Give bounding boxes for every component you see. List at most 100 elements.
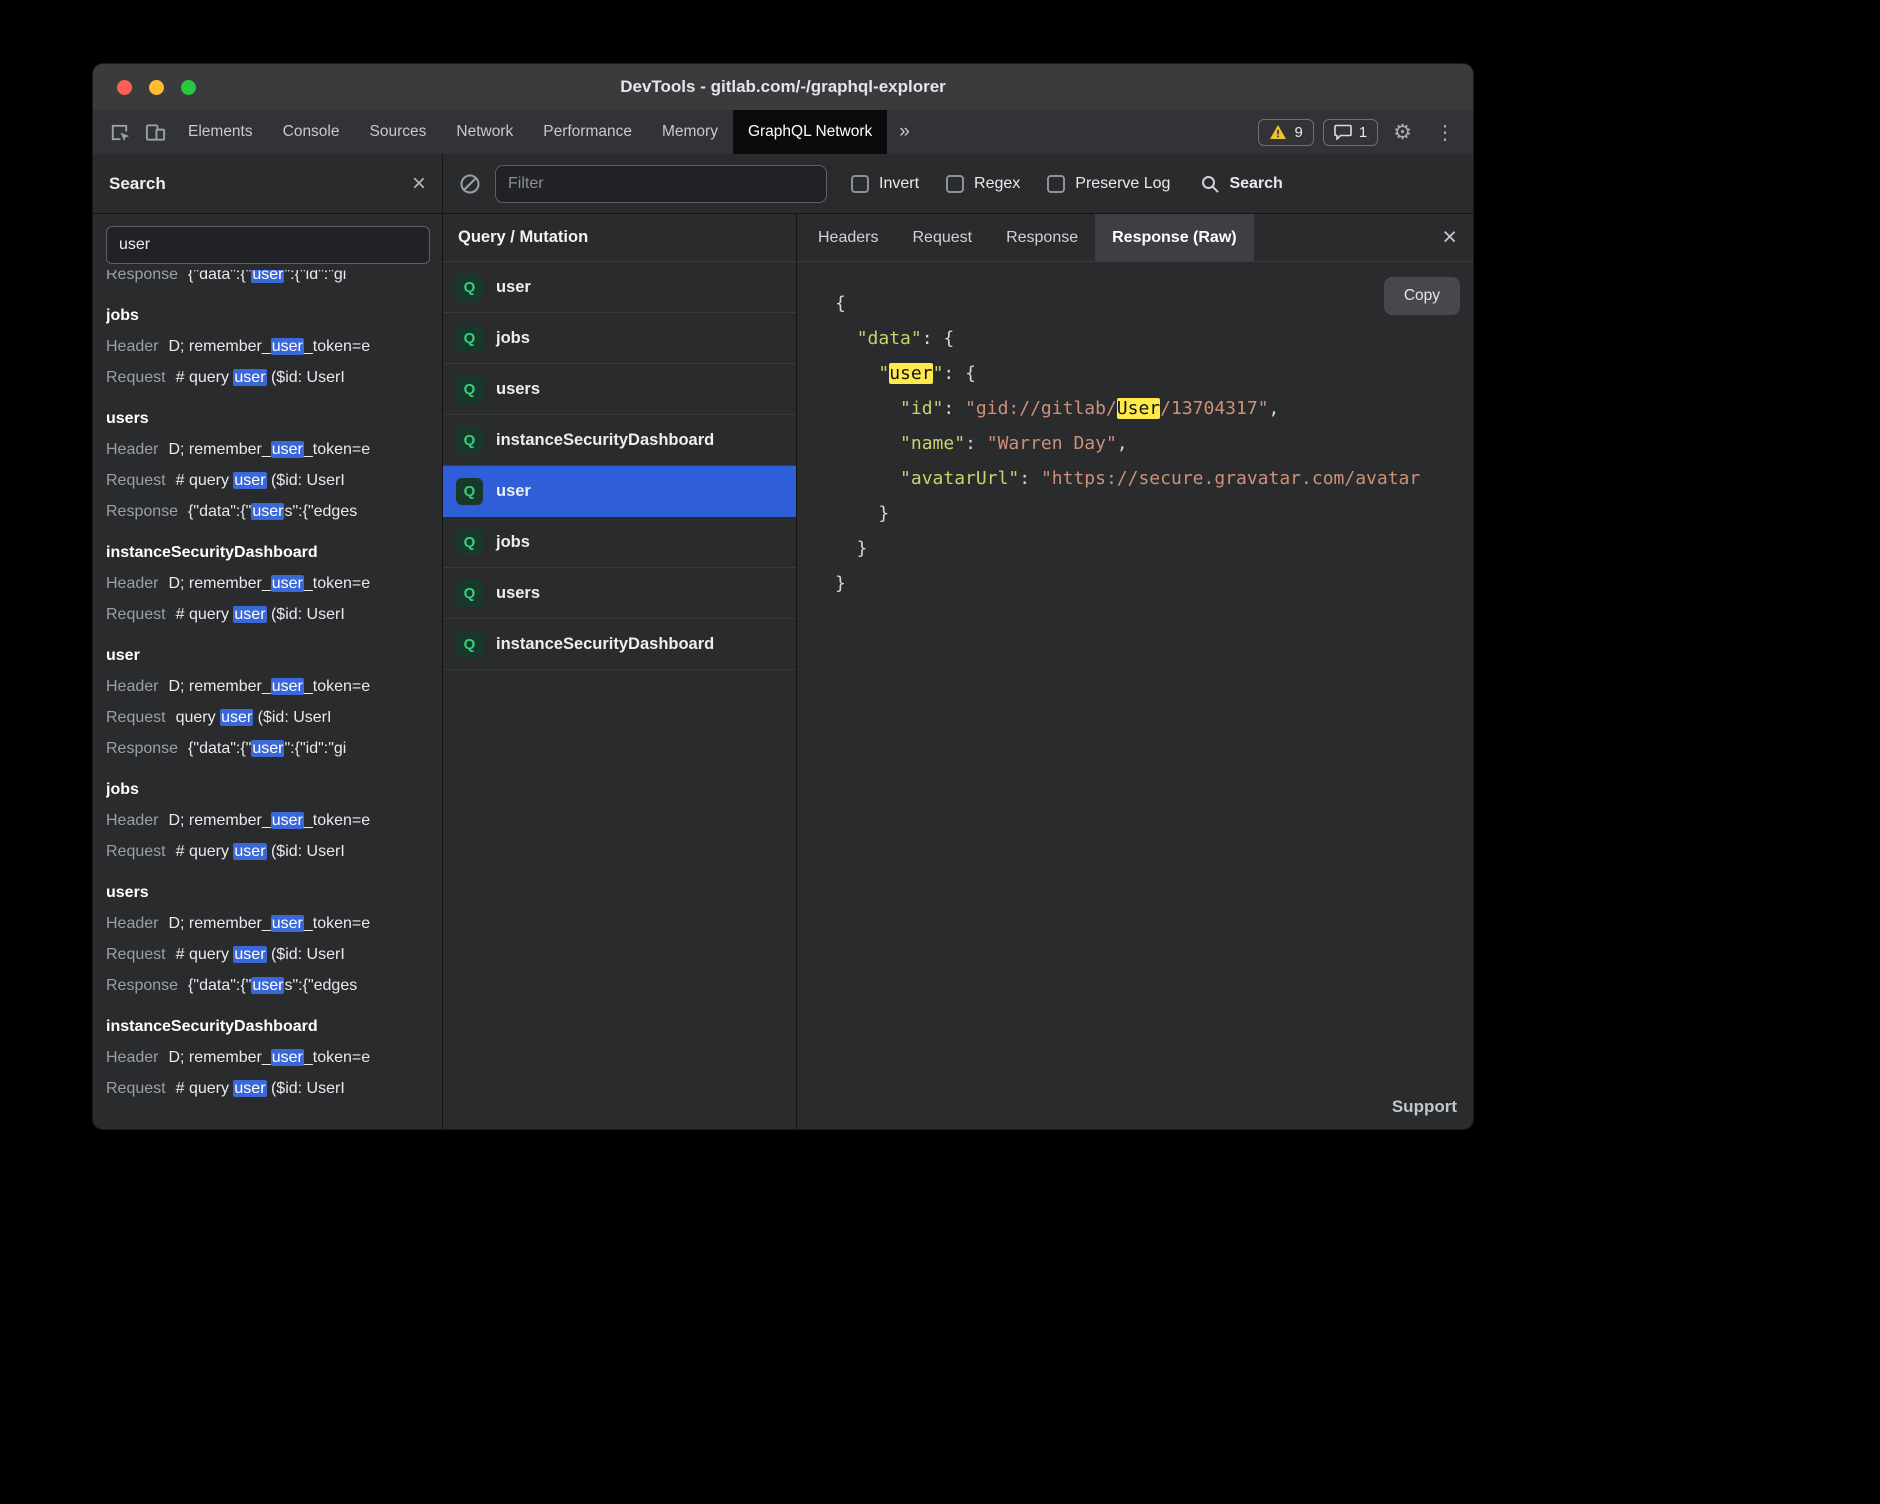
search-result-line[interactable]: HeaderD; remember_user_token=e — [106, 568, 429, 599]
checkbox-box[interactable] — [946, 175, 964, 193]
result-kind-label: Header — [106, 575, 158, 592]
device-toolbar-icon[interactable] — [137, 110, 173, 154]
match-highlight: user — [251, 270, 284, 283]
detail-tab-headers[interactable]: Headers — [801, 214, 895, 261]
search-input[interactable] — [106, 226, 430, 264]
checkbox-label: Preserve Log — [1075, 175, 1170, 193]
search-result-line[interactable]: Request# query user ($id: UserI — [106, 1073, 429, 1104]
search-result-group-title[interactable]: users — [106, 877, 429, 908]
search-result-line[interactable]: Response{"data":{"user":{"id":"gi — [106, 733, 429, 764]
toolbar-search-label: Search — [1229, 175, 1282, 193]
search-result-line[interactable]: Requestquery user ($id: UserI — [106, 702, 429, 733]
result-kind-label: Response — [106, 503, 178, 520]
more-tabs-chevron[interactable]: » — [887, 110, 922, 154]
warning-badge[interactable]: 9 — [1258, 119, 1313, 146]
match-highlight: user — [233, 606, 266, 623]
search-result-group-title[interactable]: user — [106, 640, 429, 671]
json-line: } — [835, 496, 1473, 531]
search-icon — [1200, 174, 1220, 194]
search-result-line[interactable]: HeaderD; remember_user_token=e — [106, 671, 429, 702]
search-result-line[interactable]: Response{"data":{"users":{"edges — [106, 496, 429, 527]
result-text: {"data":{" — [188, 977, 251, 994]
tab-performance[interactable]: Performance — [528, 110, 647, 154]
detail-tab-response[interactable]: Response — [989, 214, 1095, 261]
inspect-cursor-icon — [108, 121, 131, 144]
query-row-users[interactable]: Qusers — [443, 364, 796, 415]
close-window-button[interactable] — [117, 80, 132, 95]
tab-sources[interactable]: Sources — [355, 110, 442, 154]
search-result-line[interactable]: HeaderD; remember_user_token=e — [106, 1042, 429, 1073]
search-result-group-title[interactable]: jobs — [106, 300, 429, 331]
search-result-line[interactable]: HeaderD; remember_user_token=e — [106, 331, 429, 362]
close-search-panel-button[interactable]: × — [412, 172, 426, 196]
result-text: _token=e — [304, 338, 370, 355]
result-text: {"data":{" — [188, 270, 251, 283]
checkbox-preserve-log[interactable]: Preserve Log — [1047, 175, 1170, 193]
filter-input[interactable] — [495, 165, 827, 203]
detail-tab-response-raw[interactable]: Response (Raw) — [1095, 214, 1253, 261]
support-link[interactable]: Support — [1392, 1097, 1457, 1117]
copy-button[interactable]: Copy — [1384, 277, 1460, 315]
result-text: D; remember_ — [168, 678, 270, 695]
match-highlight: user — [271, 441, 304, 458]
toolbar-search-control[interactable]: Search — [1200, 174, 1282, 194]
query-row-user[interactable]: Quser — [443, 466, 796, 517]
result-kind-label: Request — [106, 946, 166, 963]
search-result-line[interactable]: HeaderD; remember_user_token=e — [106, 805, 429, 836]
result-kind-label: Header — [106, 812, 158, 829]
query-row-users[interactable]: Qusers — [443, 568, 796, 619]
window-title: DevTools - gitlab.com/-/graphql-explorer — [93, 77, 1473, 97]
result-text: s":{"edges — [284, 503, 357, 520]
traffic-lights — [93, 80, 196, 95]
result-text: _token=e — [304, 915, 370, 932]
tab-graphql-network[interactable]: GraphQL Network — [733, 110, 887, 154]
minimize-window-button[interactable] — [149, 80, 164, 95]
result-text: {"data":{" — [188, 503, 251, 520]
checkbox-box[interactable] — [851, 175, 869, 193]
result-text: ($id: UserI — [253, 709, 331, 726]
close-detail-button[interactable]: × — [1426, 225, 1473, 250]
kebab-menu-icon[interactable]: ⋮ — [1427, 120, 1463, 145]
checkbox-regex[interactable]: Regex — [946, 175, 1020, 193]
search-result-line[interactable]: HeaderD; remember_user_token=e — [106, 434, 429, 465]
clear-requests-button[interactable] — [459, 173, 481, 195]
result-kind-label: Response — [106, 740, 178, 757]
query-row-user[interactable]: Quser — [443, 262, 796, 313]
tab-memory[interactable]: Memory — [647, 110, 733, 154]
checkbox-box[interactable] — [1047, 175, 1065, 193]
search-result-line[interactable]: Request# query user ($id: UserI — [106, 362, 429, 393]
result-text: # query — [176, 1080, 234, 1097]
json-token: " — [878, 363, 889, 384]
search-result-line[interactable]: HeaderD; remember_user_token=e — [106, 908, 429, 939]
zoom-window-button[interactable] — [181, 80, 196, 95]
tab-elements[interactable]: Elements — [173, 110, 268, 154]
search-result-line[interactable]: Response{"data":{"users":{"edges — [106, 970, 429, 1001]
query-row-instancesecuritydashboard[interactable]: QinstanceSecurityDashboard — [443, 415, 796, 466]
search-result-group-title[interactable]: instanceSecurityDashboard — [106, 537, 429, 568]
search-result-group-title[interactable]: jobs — [106, 774, 429, 805]
search-result-line[interactable]: Request# query user ($id: UserI — [106, 836, 429, 867]
search-result-group-title[interactable]: instanceSecurityDashboard — [106, 1011, 429, 1042]
checkbox-invert[interactable]: Invert — [851, 175, 919, 193]
query-row-label: user — [496, 278, 531, 297]
query-row-jobs[interactable]: Qjobs — [443, 313, 796, 364]
search-result-line[interactable]: Request# query user ($id: UserI — [106, 599, 429, 630]
search-result-line[interactable]: Request# query user ($id: UserI — [106, 939, 429, 970]
search-result-line[interactable]: Response{"data":{"user":{"id":"gi — [106, 270, 429, 290]
result-text: D; remember_ — [168, 915, 270, 932]
inspect-element-icon[interactable] — [101, 110, 137, 154]
message-badge[interactable]: 1 — [1323, 119, 1378, 146]
result-text: query — [176, 709, 220, 726]
tab-network[interactable]: Network — [441, 110, 528, 154]
query-row-jobs[interactable]: Qjobs — [443, 517, 796, 568]
json-line: "avatarUrl": "https://secure.gravatar.co… — [835, 461, 1473, 496]
settings-gear-icon[interactable]: ⚙ — [1387, 120, 1418, 145]
search-result-line[interactable]: Request# query user ($id: UserI — [106, 465, 429, 496]
result-text: # query — [176, 606, 234, 623]
json-line: "id": "gid://gitlab/User/13704317", — [835, 391, 1473, 426]
detail-tab-request[interactable]: Request — [895, 214, 989, 261]
query-row-instancesecuritydashboard[interactable]: QinstanceSecurityDashboard — [443, 619, 796, 670]
tab-console[interactable]: Console — [268, 110, 355, 154]
search-result-group-title[interactable]: users — [106, 403, 429, 434]
result-text: D; remember_ — [168, 1049, 270, 1066]
